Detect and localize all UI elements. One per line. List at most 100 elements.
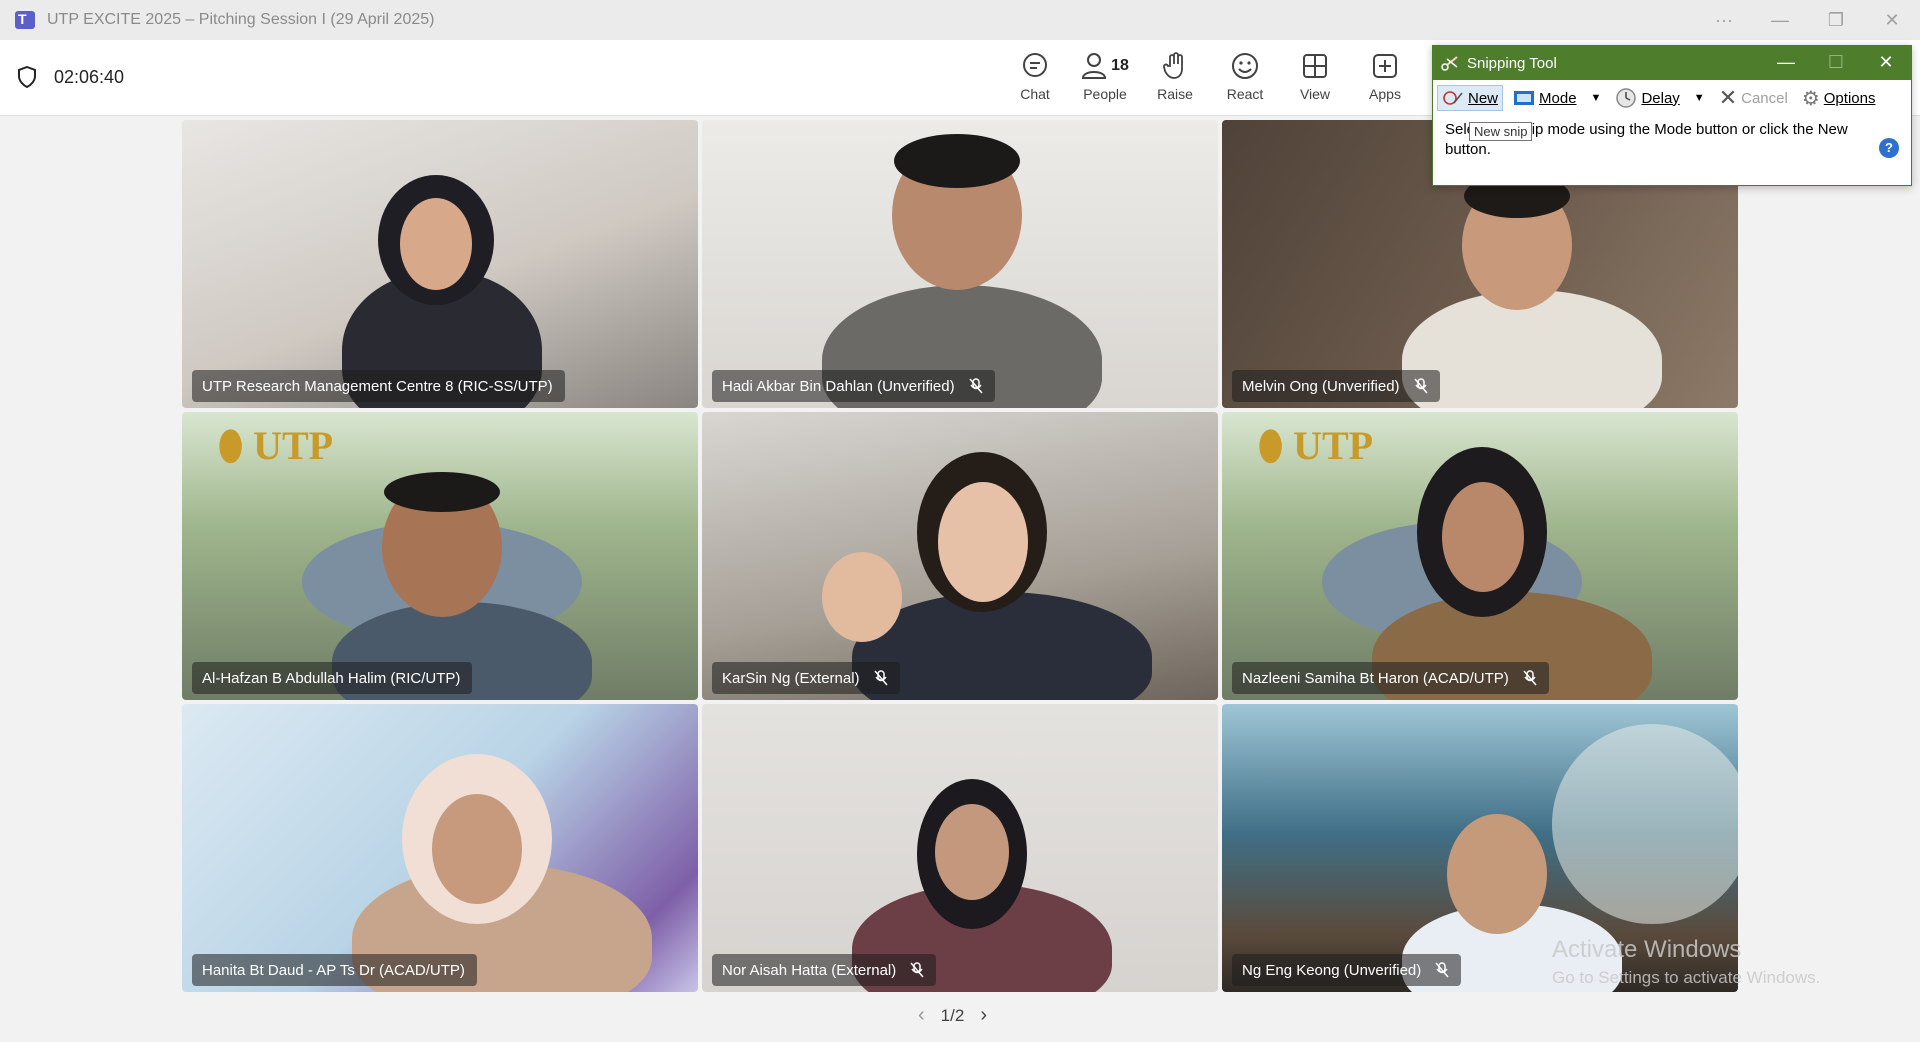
window-title: UTP EXCITE 2025 – Pitching Session I (29… (47, 11, 435, 28)
restore-icon[interactable]: ❐ (1808, 10, 1864, 31)
cancel-button: ✕ Cancel (1715, 82, 1792, 114)
participant-name-label: Ng Eng Keong (Unverified) (1232, 954, 1462, 986)
utp-logo: ⬮ UTP (1258, 423, 1374, 468)
timer-text: 02:06:40 (54, 66, 125, 87)
react-label: React (1226, 86, 1264, 102)
participant-name: Al-Hafzan B Abdullah Halim (RIC/UTP) (202, 669, 461, 687)
apps-label: Apps (1369, 86, 1401, 102)
participant-face (432, 794, 522, 904)
window-controls: ··· — ❐ ✕ (1696, 0, 1920, 40)
chat-button[interactable]: Chat (1000, 52, 1070, 102)
participant-name-label: Melvin Ong (Unverified) (1232, 370, 1440, 402)
delay-label: Delay (1641, 89, 1680, 107)
clock-icon (1616, 88, 1637, 108)
gear-icon: ⚙ (1801, 87, 1820, 110)
view-button[interactable]: View (1280, 52, 1350, 102)
cancel-x-icon: ✕ (1718, 85, 1738, 110)
participant-face (1442, 482, 1524, 592)
mode-label: Mode (1539, 89, 1577, 107)
chevron-right-icon[interactable]: › (980, 1004, 987, 1027)
participant-name: Hadi Akbar Bin Dahlan (Unverified) (722, 377, 955, 395)
participant-name: Ng Eng Keong (Unverified) (1242, 961, 1422, 979)
participant-name: Nor Aisah Hatta (External) (722, 961, 897, 979)
people-label: People (1083, 86, 1127, 102)
participant-figure (1402, 290, 1662, 408)
chevron-left-icon[interactable]: ‹ (918, 1004, 925, 1027)
participant-name: KarSin Ng (External) (722, 669, 860, 687)
mic-muted-icon (873, 670, 888, 686)
raise-button[interactable]: Raise (1140, 52, 1210, 102)
activate-subtitle: Go to Settings to activate Windows. (1552, 968, 1821, 987)
activate-title: Activate Windows (1552, 936, 1742, 963)
minimize-icon[interactable]: — (1752, 10, 1808, 31)
more-icon[interactable]: ··· (1696, 10, 1752, 31)
react-button[interactable]: React (1210, 52, 1280, 102)
mode-button[interactable]: Mode ▼ (1509, 86, 1605, 110)
chevron-down-icon[interactable]: ▼ (1694, 92, 1705, 104)
new-snip-tooltip: New snip (1469, 122, 1533, 141)
participant-name: Melvin Ong (Unverified) (1242, 377, 1400, 395)
thumbs-up-hand (822, 552, 902, 642)
help-icon[interactable]: ? (1879, 138, 1899, 158)
toolbar-buttons: Chat 18 People Raise React View Apps (1000, 52, 1420, 102)
participant-head (1447, 814, 1547, 934)
maximize-icon: ☐ (1827, 52, 1845, 72)
participant-tile[interactable]: Hanita Bt Daud - AP Ts Dr (ACAD/UTP) (182, 704, 698, 992)
delay-button[interactable]: Delay ▼ (1611, 84, 1708, 112)
people-button[interactable]: 18 People (1070, 52, 1140, 102)
participant-name-label: Nor Aisah Hatta (External) (712, 954, 937, 986)
teams-logo-icon (15, 11, 35, 29)
new-label: New (1468, 89, 1499, 107)
participant-face (400, 198, 472, 290)
participant-name: UTP Research Management Centre 8 (RIC-SS… (202, 377, 553, 395)
participant-name-label: KarSin Ng (External) (712, 662, 900, 694)
chat-icon (1023, 53, 1047, 77)
cancel-label: Cancel (1741, 89, 1788, 107)
apps-plus-icon (1373, 54, 1397, 78)
options-label: Options (1823, 89, 1876, 107)
participant-tile[interactable]: Hadi Akbar Bin Dahlan (Unverified) (702, 120, 1218, 408)
options-button[interactable]: ⚙ Options (1798, 83, 1880, 114)
participant-tile[interactable]: KarSin Ng (External) (702, 412, 1218, 700)
raise-hand-icon (1163, 52, 1183, 79)
participant-tile[interactable]: ⬮ UTP Nazleeni Samiha Bt Haron (ACAD/UTP… (1222, 412, 1738, 700)
utp-logo: ⬮ UTP (218, 423, 334, 468)
snipping-tool-window: Snipping Tool — ☐ ✕ New Mode ▼ Delay ▼ ✕… (1432, 45, 1912, 186)
view-grid-icon (1303, 54, 1327, 78)
new-snip-icon (1443, 91, 1463, 105)
activate-windows-watermark: Activate Windows Go to Settings to activ… (1552, 936, 1820, 988)
participant-name-label: Nazleeni Samiha Bt Haron (ACAD/UTP) (1232, 662, 1549, 694)
minimize-icon[interactable]: — (1761, 46, 1811, 80)
participant-name-label: Hadi Akbar Bin Dahlan (Unverified) (712, 370, 995, 402)
mic-muted-icon (1435, 962, 1449, 978)
mode-icon (1514, 91, 1535, 105)
view-label: View (1299, 86, 1331, 102)
meeting-timer: 02:06:40 (18, 66, 124, 88)
participant-face (938, 482, 1028, 602)
window-titlebar: UTP EXCITE 2025 – Pitching Session I (29… (0, 0, 1920, 40)
close-icon[interactable]: ✕ (1861, 46, 1911, 80)
participant-name-label: Al-Hafzan B Abdullah Halim (RIC/UTP) (192, 662, 473, 694)
participant-name-label: Hanita Bt Daud - AP Ts Dr (ACAD/UTP) (192, 954, 477, 986)
grid-pager: ‹ 1/2 › (918, 1004, 987, 1027)
mic-muted-icon (969, 378, 983, 394)
moon (1552, 724, 1738, 924)
new-snip-button[interactable]: New (1437, 85, 1504, 111)
mic-muted-icon (1523, 670, 1537, 686)
apps-button[interactable]: Apps (1350, 52, 1420, 102)
snipping-tool-title: Snipping Tool (1467, 54, 1557, 72)
participant-name: Nazleeni Samiha Bt Haron (ACAD/UTP) (1242, 669, 1509, 687)
participant-tile[interactable]: ⬮ UTP Al-Hafzan B Abdullah Halim (RIC/UT… (182, 412, 698, 700)
smiley-icon (1232, 53, 1258, 79)
chevron-down-icon[interactable]: ▼ (1591, 92, 1602, 104)
participant-name: Hanita Bt Daud - AP Ts Dr (ACAD/UTP) (202, 961, 465, 979)
participant-tile[interactable]: Nor Aisah Hatta (External) (702, 704, 1218, 992)
participant-face (935, 804, 1009, 900)
chat-label: Chat (1020, 86, 1050, 102)
participant-tile[interactable]: UTP Research Management Centre 8 (RIC-SS… (182, 120, 698, 408)
mic-muted-icon (1413, 378, 1428, 394)
close-icon[interactable]: ✕ (1864, 10, 1920, 31)
people-icon (1082, 53, 1107, 79)
people-count: 18 (1111, 57, 1129, 74)
snipping-tool-titlebar: Snipping Tool — ☐ ✕ (1433, 46, 1911, 80)
